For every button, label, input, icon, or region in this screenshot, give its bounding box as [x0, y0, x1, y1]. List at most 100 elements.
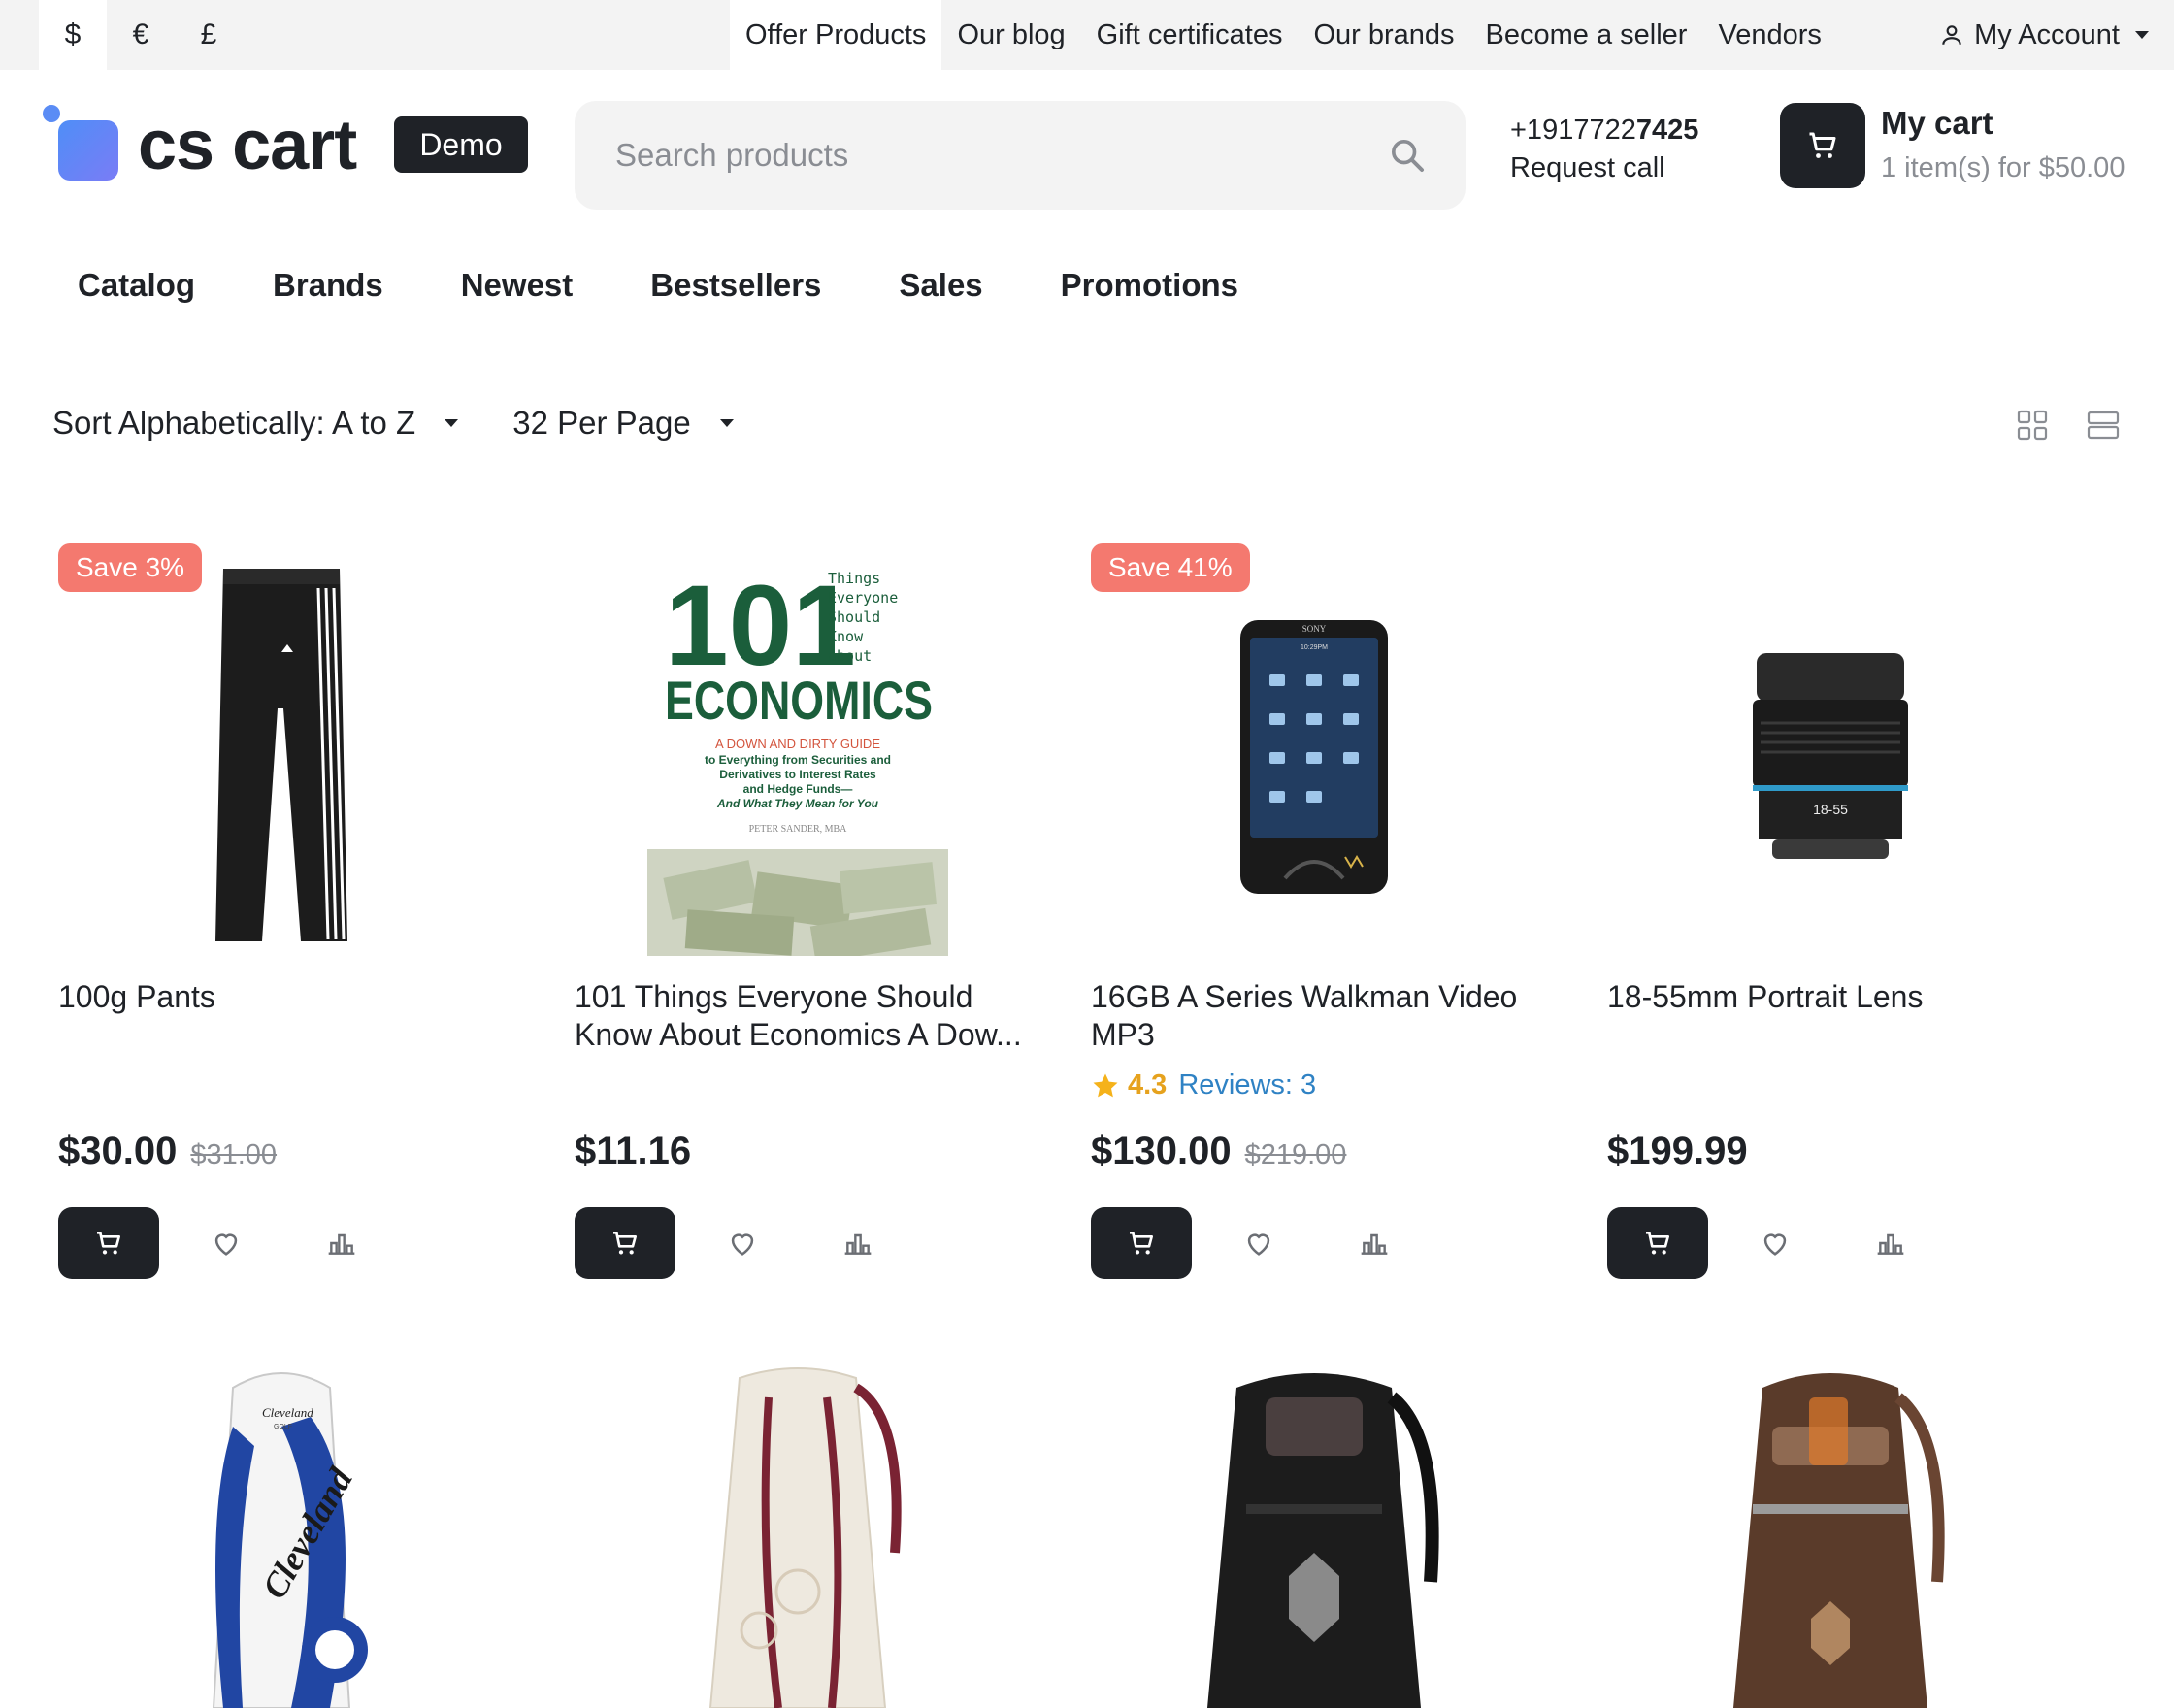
sorting-bar: Sort Alphabetically: A to Z 32 Per Page	[52, 398, 734, 448]
product-price: $11.16	[575, 1130, 691, 1173]
add-to-cart-button[interactable]	[1091, 1207, 1192, 1279]
add-to-cart-button[interactable]	[58, 1207, 159, 1279]
heart-icon[interactable]	[210, 1227, 243, 1260]
nav-bestsellers[interactable]: Bestsellers	[650, 260, 821, 311]
compare-icon[interactable]	[1875, 1228, 1906, 1259]
list-view-icon[interactable]	[2087, 410, 2120, 441]
product-image[interactable]: SONY 10:29PM	[1091, 553, 1537, 961]
grid-view-icon[interactable]	[2017, 410, 2048, 441]
currency-gbp[interactable]: £	[175, 0, 243, 70]
sort-label: Sort Alphabetically: A to Z	[52, 405, 416, 441]
product-card[interactable]: 18-55 18-55mm Portrait Lens $199.99	[1607, 543, 2054, 1281]
product-title[interactable]: 18-55mm Portrait Lens	[1607, 978, 2073, 1016]
walkman-brand: SONY	[1302, 624, 1327, 634]
heart-icon[interactable]	[1759, 1227, 1792, 1260]
cart-icon	[97, 1232, 120, 1255]
product-price: $199.99	[1607, 1130, 1748, 1173]
nav-catalog[interactable]: Catalog	[78, 260, 195, 311]
product-title[interactable]: 100g Pants	[58, 978, 524, 1016]
book-subtitle-line: And What They Mean for You	[716, 797, 879, 810]
product-card[interactable]: Save 3% 100g Pants $30.00 $31.00	[58, 543, 505, 1281]
brown-backpack-image	[1733, 1373, 1945, 1708]
nav-sales[interactable]: Sales	[899, 260, 982, 311]
golf-bag-sub: GOLF	[274, 1424, 292, 1430]
top-link-blog[interactable]: Our blog	[941, 0, 1080, 70]
discount-badge: Save 3%	[58, 543, 203, 592]
nav-brands[interactable]: Brands	[273, 260, 383, 311]
nav-promotions[interactable]: Promotions	[1061, 260, 1238, 311]
compare-icon[interactable]	[1359, 1228, 1390, 1259]
price-current: $11.16	[575, 1130, 692, 1172]
product-title[interactable]: 101 Things Everyone Should Know About Ec…	[575, 978, 1040, 1054]
price-old: $31.00	[190, 1139, 278, 1170]
golf-bag-brand: Cleveland	[262, 1405, 313, 1420]
top-link-become-seller[interactable]: Become a seller	[1470, 0, 1703, 70]
cart-icon	[1809, 132, 1836, 158]
cart-icon	[613, 1232, 637, 1255]
top-link-brands[interactable]: Our brands	[1298, 0, 1469, 70]
chevron-down-icon	[719, 419, 734, 427]
cart-icon	[1130, 1232, 1153, 1255]
book-side-line: Know	[828, 628, 864, 645]
user-icon	[1942, 25, 1961, 45]
logo-text: cs cart	[138, 107, 357, 184]
add-to-cart-button[interactable]	[1607, 1207, 1708, 1279]
product-actions	[575, 1207, 873, 1279]
main-nav: Catalog Brands Newest Bestsellers Sales …	[54, 260, 1316, 311]
compare-icon[interactable]	[326, 1228, 357, 1259]
top-link-gift-certificates[interactable]: Gift certificates	[1081, 0, 1299, 70]
book-subtitle-line: A DOWN AND DIRTY GUIDE	[715, 737, 880, 751]
book-subtitle-line: to Everything from Securities and	[705, 753, 891, 767]
golf-bag-image: Cleveland Cleveland GOLF	[212, 1372, 368, 1708]
search-icon[interactable]	[1388, 136, 1427, 175]
search-box	[575, 101, 1466, 210]
heart-icon[interactable]	[1242, 1227, 1275, 1260]
nav-newest[interactable]: Newest	[461, 260, 574, 311]
product-card[interactable]: 101 Things Everyone Should Know about EC…	[575, 543, 1022, 1281]
product-title[interactable]: 16GB A Series Walkman Video MP3	[1091, 978, 1557, 1054]
phone-suffix: 7425	[1635, 115, 1699, 146]
product-actions	[58, 1207, 357, 1279]
demo-badge: Demo	[394, 116, 528, 173]
lens-focal-label: 18-55	[1813, 802, 1848, 817]
add-to-cart-button[interactable]	[575, 1207, 675, 1279]
currency-usd[interactable]: $	[39, 0, 107, 70]
cart-button[interactable]	[1780, 103, 1865, 188]
top-link-vendors[interactable]: Vendors	[1702, 0, 1836, 70]
product-actions	[1091, 1207, 1390, 1279]
book-side-line: Should	[828, 608, 880, 626]
price-current: $199.99	[1607, 1130, 1748, 1172]
book-subtitle-line: Derivatives to Interest Rates	[719, 768, 876, 781]
product-card[interactable]	[1607, 1359, 2054, 1708]
white-backpack-image	[708, 1367, 902, 1708]
my-account-menu[interactable]: My Account	[1939, 0, 2149, 70]
product-card[interactable]: SONY 10:29PM Save 41% 16GB A Series Walk…	[1091, 543, 1537, 1281]
rating-value: 4.3	[1128, 1069, 1168, 1100]
compare-icon[interactable]	[842, 1228, 873, 1259]
phone-number[interactable]: +19177227425	[1510, 111, 1698, 149]
per-page-label: 32 Per Page	[512, 405, 691, 441]
per-page-dropdown[interactable]: 32 Per Page	[512, 405, 734, 442]
cart-title[interactable]: My cart	[1881, 105, 1993, 142]
product-card[interactable]	[1091, 1359, 1537, 1708]
product-image[interactable]: 18-55	[1607, 553, 2054, 961]
product-card[interactable]: Cleveland Cleveland GOLF	[58, 1359, 505, 1708]
product-card[interactable]	[575, 1359, 1021, 1708]
currency-eur[interactable]: €	[107, 0, 175, 70]
product-image[interactable]	[58, 553, 505, 961]
reviews-link[interactable]: Reviews: 3	[1178, 1069, 1316, 1101]
request-call-link[interactable]: Request call	[1510, 152, 1665, 184]
product-image[interactable]: 101 Things Everyone Should Know about EC…	[575, 553, 1021, 961]
chevron-down-icon	[2135, 31, 2149, 39]
sort-dropdown[interactable]: Sort Alphabetically: A to Z	[52, 405, 459, 442]
product-price: $130.00 $219.00	[1091, 1130, 1346, 1173]
book-side-line: Things	[828, 570, 880, 587]
discount-badge: Save 41%	[1091, 543, 1250, 592]
camera-lens-image: 18-55	[1753, 653, 1908, 859]
pants-image	[215, 569, 347, 941]
book-side-line: about	[828, 647, 872, 665]
heart-icon[interactable]	[726, 1227, 759, 1260]
top-link-offer-products[interactable]: Offer Products	[730, 0, 942, 70]
search-input[interactable]	[575, 101, 1370, 210]
logo-dot	[43, 105, 60, 122]
